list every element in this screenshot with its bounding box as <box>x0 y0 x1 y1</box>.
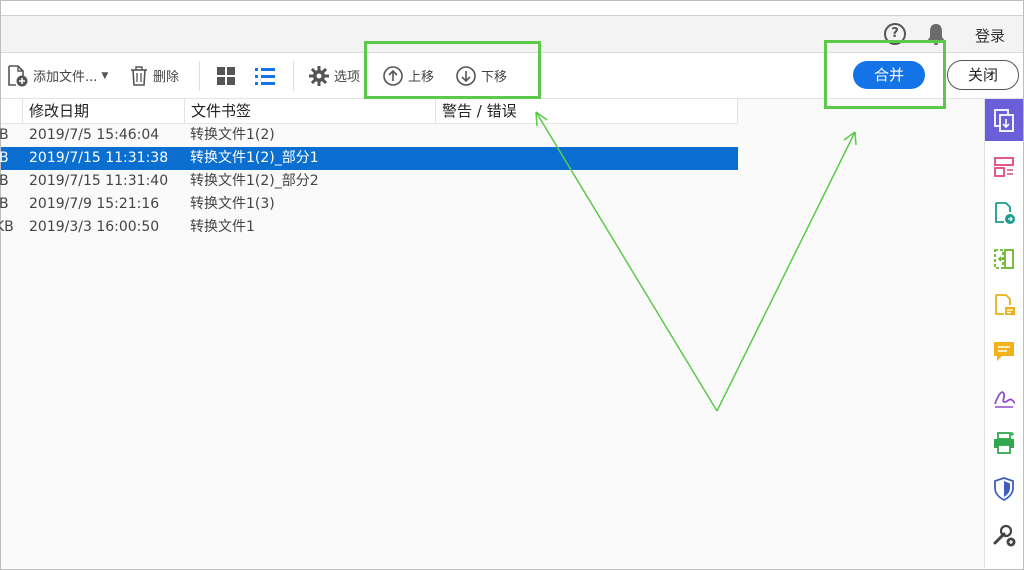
arrowhead-icon <box>535 111 548 127</box>
annotation-arrows <box>535 111 857 412</box>
